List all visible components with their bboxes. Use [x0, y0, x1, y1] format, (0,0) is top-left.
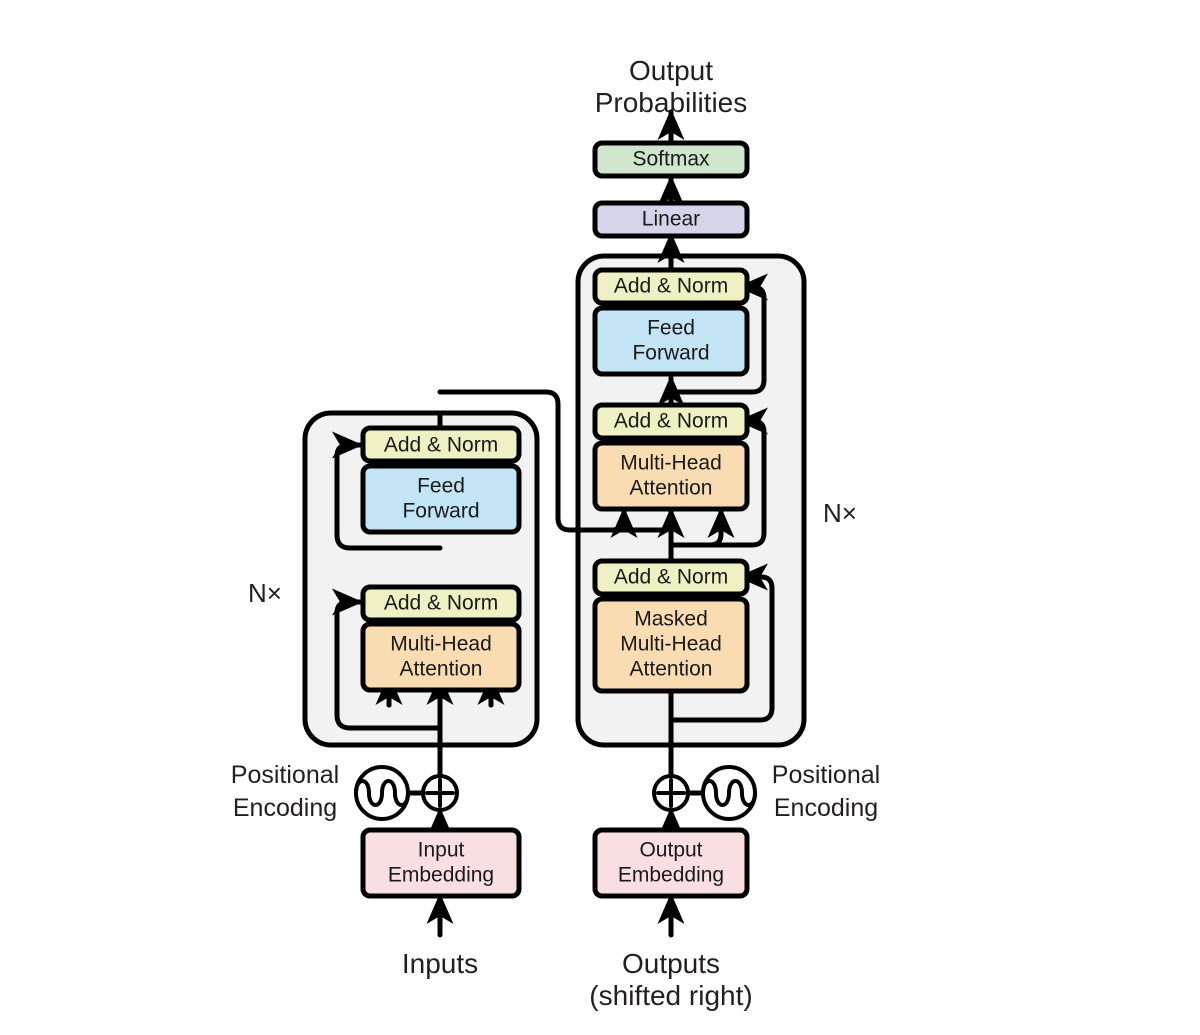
dec-masked-label-1: Masked [634, 608, 708, 631]
dec-add-norm-3-label: Add & Norm [614, 275, 728, 298]
enc-add-norm-2-block[interactable]: Add & Norm [360, 425, 522, 464]
positional-add-operator-left [421, 774, 459, 812]
output-embedding-label-2: Embedding [618, 864, 724, 887]
enc-add-norm-1-block[interactable]: Add & Norm [360, 584, 522, 623]
enc-add-norm-2-label: Add & Norm [384, 434, 498, 457]
positional-encoding-right-icon [701, 765, 757, 821]
dec-add-norm-2-label: Add & Norm [614, 410, 728, 433]
dec-multi-head-attention-label-2: Attention [630, 477, 713, 500]
softmax-block[interactable]: Softmax [592, 140, 750, 179]
positional-encoding-left-icon [354, 765, 410, 821]
positional-encoding-left-line2: Encoding [233, 794, 337, 822]
output-embedding-label-1: Output [639, 839, 702, 862]
dec-add-norm-1-block[interactable]: Add & Norm [592, 558, 750, 597]
encoder-repeat-label: N× [248, 578, 282, 608]
linear-label: Linear [642, 208, 700, 231]
dec-add-norm-3-block[interactable]: Add & Norm [592, 267, 750, 306]
enc-add-norm-1-label: Add & Norm [384, 592, 498, 615]
positional-encoding-right-line2: Encoding [774, 794, 878, 822]
dec-add-norm-1-label: Add & Norm [614, 566, 728, 589]
positional-encoding-left-line1: Positional [231, 761, 339, 789]
enc-multi-head-attention-label-2: Attention [400, 658, 483, 681]
dec-multi-head-attention-label-1: Multi-Head [620, 452, 722, 475]
output-probabilities-line1: Output [629, 55, 713, 86]
decoder-repeat-label: N× [823, 498, 857, 528]
output-probabilities-line2: Probabilities [595, 87, 748, 118]
dec-feed-forward-label-1: Feed [647, 317, 695, 340]
output-embedding-block[interactable]: Output Embedding [592, 827, 750, 899]
softmax-label: Softmax [632, 148, 710, 171]
linear-block[interactable]: Linear [592, 200, 750, 239]
dec-add-norm-2-block[interactable]: Add & Norm [592, 402, 750, 441]
enc-multi-head-attention-label-1: Multi-Head [390, 633, 492, 656]
input-embedding-block[interactable]: Input Embedding [360, 827, 522, 899]
enc-multi-head-attention-block[interactable]: Multi-Head Attention [360, 621, 522, 693]
positional-add-operator-right [652, 774, 690, 812]
input-embedding-label-1: Input [418, 839, 465, 862]
dec-feed-forward-label-2: Forward [632, 342, 709, 365]
dec-multi-head-attention-block[interactable]: Multi-Head Attention [592, 440, 750, 512]
dec-feed-forward-block[interactable]: Feed Forward [592, 305, 750, 377]
enc-feed-forward-label-2: Forward [402, 500, 479, 523]
enc-feed-forward-label-1: Feed [417, 475, 465, 498]
enc-feed-forward-block[interactable]: Feed Forward [360, 463, 522, 535]
dec-masked-label-3: Attention [630, 658, 713, 681]
transformer-architecture-diagram: Add & Norm Feed Forward Add & Norm Multi… [0, 0, 1200, 1035]
inputs-label: Inputs [402, 948, 478, 979]
dec-masked-multi-head-attention-block[interactable]: Masked Multi-Head Attention [592, 596, 750, 694]
outputs-label-line2: (shifted right) [589, 980, 752, 1011]
dec-masked-label-2: Multi-Head [620, 633, 722, 656]
input-embedding-label-2: Embedding [388, 864, 494, 887]
positional-encoding-right-label: Positional Encoding [772, 761, 880, 822]
positional-encoding-left-label: Positional Encoding [231, 761, 339, 822]
outputs-label-line1: Outputs [622, 948, 720, 979]
positional-encoding-right-line1: Positional [772, 761, 880, 789]
